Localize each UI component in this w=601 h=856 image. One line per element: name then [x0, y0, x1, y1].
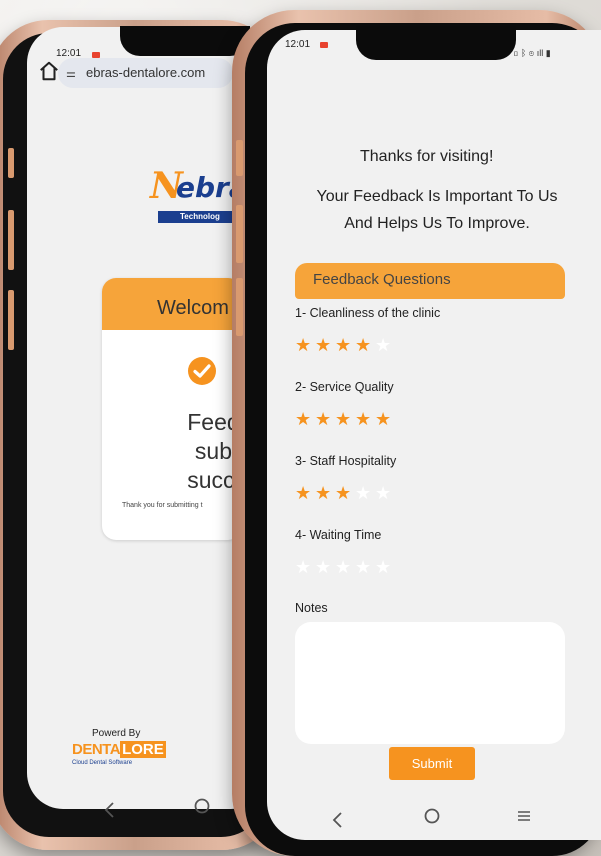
notes-label: Notes: [295, 601, 328, 615]
star-icon[interactable]: ★: [315, 482, 335, 504]
right-phone-side-button: [236, 140, 243, 176]
right-phone-volume-up: [236, 205, 243, 263]
menu-icon[interactable]: [514, 806, 534, 826]
thanks-note: Thank you for submitting t: [122, 502, 203, 509]
star-icon[interactable]: ★: [355, 408, 375, 430]
star-icon[interactable]: ★: [315, 556, 335, 578]
right-nav-bar: [300, 798, 560, 838]
star-icon[interactable]: ★: [315, 334, 335, 356]
star-icon[interactable]: ★: [375, 482, 395, 504]
check-circle-icon: [188, 357, 216, 385]
rating-stars-hospitality[interactable]: ★ ★ ★ ★ ★: [295, 482, 395, 504]
url-text: ebras-dentalore.com: [86, 65, 206, 80]
right-phone-notch: [356, 26, 516, 60]
nebras-logo: N ebra Technolog: [150, 165, 248, 223]
left-phone-volume-down: [8, 290, 14, 350]
star-icon[interactable]: ★: [375, 334, 395, 356]
home-circle-icon[interactable]: [422, 806, 442, 826]
welcome-title: Welcom: [102, 278, 242, 330]
question-label: 1- Cleanliness of the clinic: [295, 306, 441, 320]
star-icon[interactable]: ★: [295, 556, 315, 578]
left-nav-bar: [30, 790, 260, 830]
left-phone-side-button: [8, 148, 14, 178]
rating-stars-service[interactable]: ★ ★ ★ ★ ★: [295, 408, 395, 430]
star-icon[interactable]: ★: [335, 408, 355, 430]
star-icon[interactable]: ★: [355, 482, 375, 504]
back-icon[interactable]: [328, 810, 348, 830]
feedback-subtitle: Your Feedback Is Important To Us And Hel…: [316, 188, 558, 232]
right-phone-volume-down: [236, 278, 243, 336]
question-label: 2- Service Quality: [295, 380, 394, 394]
status-icons: ▯ ᛒ ⊚ ıll ▮: [513, 48, 551, 58]
star-icon[interactable]: ★: [295, 408, 315, 430]
dentalore-logo: DENTA LORE Cloud Dental Software: [72, 741, 166, 766]
left-phone-volume-up: [8, 210, 14, 270]
star-icon[interactable]: ★: [295, 482, 315, 504]
star-icon[interactable]: ★: [335, 334, 355, 356]
star-icon[interactable]: ★: [355, 556, 375, 578]
site-settings-icon[interactable]: ⚌: [66, 59, 82, 88]
star-icon[interactable]: ★: [315, 408, 335, 430]
right-record-indicator: [320, 42, 328, 48]
rating-stars-waiting[interactable]: ★ ★ ★ ★ ★: [295, 556, 395, 578]
home-icon[interactable]: [38, 60, 60, 82]
submit-button[interactable]: Submit: [389, 747, 475, 780]
welcome-card: Welcom Feedbac submitt successf Thank yo…: [102, 278, 242, 540]
star-icon[interactable]: ★: [335, 482, 355, 504]
rating-stars-cleanliness[interactable]: ★ ★ ★ ★ ★: [295, 334, 395, 356]
question-label: 4- Waiting Time: [295, 528, 382, 542]
star-icon[interactable]: ★: [295, 334, 315, 356]
feedback-questions-header: Feedback Questions: [295, 263, 565, 299]
notes-field[interactable]: [295, 622, 565, 744]
star-icon[interactable]: ★: [355, 334, 375, 356]
address-bar[interactable]: ⚌ ebras-dentalore.com: [58, 58, 233, 88]
star-icon[interactable]: ★: [375, 408, 395, 430]
left-phone-notch: [120, 26, 250, 56]
right-status-time: 12:01: [285, 39, 311, 50]
success-message: Feedbac submitt successf: [187, 409, 242, 493]
home-circle-icon[interactable]: [192, 796, 212, 816]
back-icon[interactable]: [100, 800, 120, 820]
thanks-title: Thanks for visiting!: [360, 148, 494, 165]
star-icon[interactable]: ★: [375, 556, 395, 578]
question-label: 3- Staff Hospitality: [295, 454, 397, 468]
powered-by-label: Powerd By: [92, 728, 141, 739]
star-icon[interactable]: ★: [335, 556, 355, 578]
